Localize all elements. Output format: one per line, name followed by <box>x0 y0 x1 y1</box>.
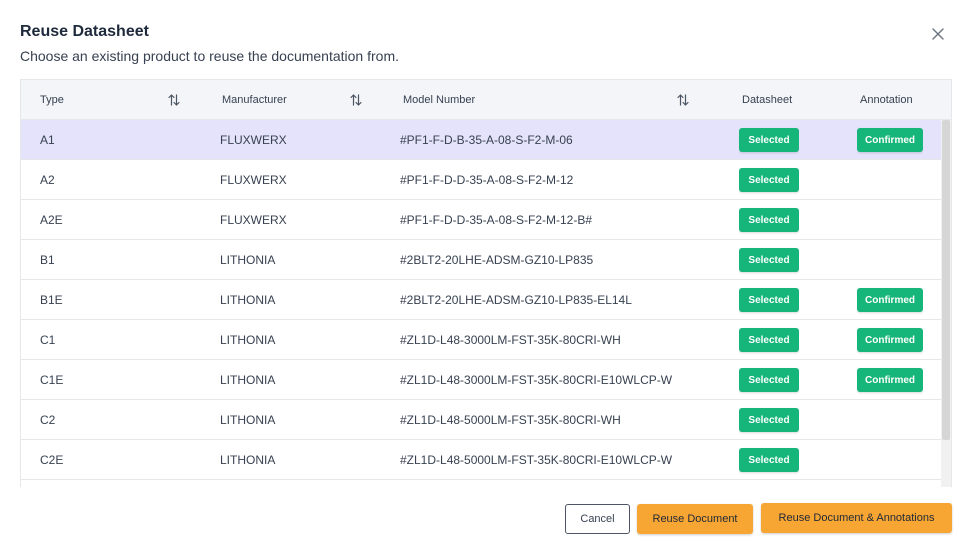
cell-type: B1E <box>40 293 63 307</box>
header-annotation: Annotation <box>860 94 913 106</box>
datasheet-selected-badge[interactable]: Selected <box>739 128 799 152</box>
datasheet-selected-badge[interactable]: Selected <box>739 408 799 432</box>
datasheet-selected-badge[interactable]: Selected <box>739 208 799 232</box>
cell-model-number: #PF1-F-D-D-35-A-08-S-F2-M-12-B# <box>400 213 593 227</box>
table-row[interactable]: C1 LITHONIA #ZL1D-L48-3000LM-FST-35K-80CRI… <box>21 320 941 360</box>
annotation-confirmed-badge[interactable]: Confirmed <box>857 288 923 312</box>
cell-datasheet: Selected <box>739 160 799 200</box>
cell-annotation: Confirmed <box>857 120 923 160</box>
cell-datasheet: Selected <box>739 240 799 280</box>
cell-type: A2 <box>40 173 55 187</box>
cell-type: B1 <box>40 253 55 267</box>
reuse-datasheet-modal: Reuse Datasheet Choose an existing produ… <box>0 0 969 554</box>
table-row[interactable]: A2E FLUXWERX #PF1-F-D-D-35-A-08-S-F2-M-12-… <box>21 200 941 240</box>
reuse-document-button[interactable]: Reuse Document <box>637 504 753 534</box>
modal-title: Reuse Datasheet <box>20 23 149 40</box>
cell-datasheet: Selected <box>739 360 799 400</box>
cell-model-number: #ZL1D-L48-5000LM-FST-35K-80CRI-WH <box>400 413 621 427</box>
cell-type: C2 <box>40 413 56 427</box>
datasheet-selected-badge[interactable]: Selected <box>739 168 799 192</box>
close-button[interactable] <box>929 25 947 43</box>
cell-annotation <box>857 240 923 280</box>
cell-annotation: Confirmed <box>857 280 923 320</box>
cell-model-number: #PF1-F-D-B-35-A-08-S-F2-M-06 <box>400 133 573 147</box>
datasheet-selected-badge[interactable]: Selected <box>739 328 799 352</box>
cell-type: A2E <box>40 213 63 227</box>
cell-manufacturer: LITHONIA <box>220 253 276 267</box>
cell-model-number: #PF1-F-D-D-35-A-08-S-F2-M-12 <box>400 173 574 187</box>
cell-model-number: #2BLT2-20LHE-ADSM-GZ10-LP835-EL14L <box>400 293 632 307</box>
datasheet-selected-badge[interactable]: Selected <box>739 288 799 312</box>
cell-manufacturer: FLUXWERX <box>220 133 287 147</box>
datasheet-selected-badge[interactable]: Selected <box>739 248 799 272</box>
cell-datasheet: Selected <box>739 440 799 480</box>
cell-datasheet: Selected <box>739 120 799 160</box>
table-header: Type Manufacturer Model Number Datasheet… <box>21 80 951 120</box>
products-table: Type Manufacturer Model Number Datasheet… <box>20 79 952 487</box>
annotation-confirmed-badge[interactable]: Confirmed <box>857 328 923 352</box>
cell-model-number: #ZL1D-L48-3000LM-FST-35K-80CRI-E10WLCP-W <box>400 373 673 387</box>
cell-datasheet: Selected <box>739 400 799 440</box>
header-type: Type <box>40 94 64 106</box>
cell-annotation: Confirmed <box>857 320 923 360</box>
cell-annotation <box>857 160 923 200</box>
cell-annotation <box>857 200 923 240</box>
annotation-confirmed-badge[interactable]: Confirmed <box>857 128 923 152</box>
datasheet-selected-badge[interactable]: Selected <box>739 448 799 472</box>
cell-datasheet: Selected <box>739 280 799 320</box>
cell-manufacturer: FLUXWERX <box>220 213 287 227</box>
header-datasheet: Datasheet <box>742 94 793 106</box>
cell-model-number: #2BLT2-20LHE-ADSM-GZ10-LP835 <box>400 253 594 267</box>
table-row[interactable]: B1E LITHONIA #2BLT2-20LHE-ADSM-GZ10-LP835-… <box>21 280 941 320</box>
table-row[interactable]: C2 LITHONIA #ZL1D-L48-5000LM-FST-35K-80CRI… <box>21 400 941 440</box>
cell-datasheet: Selected <box>739 320 799 360</box>
table-row[interactable]: A1 FLUXWERX #PF1-F-D-B-35-A-08-S-F2-M-06 Se… <box>21 120 941 160</box>
cell-model-number: #ZL1D-L48-5000LM-FST-35K-80CRI-E10WLCP-W <box>400 453 673 467</box>
cell-manufacturer: LITHONIA <box>220 373 276 387</box>
datasheet-selected-badge[interactable]: Selected <box>739 368 799 392</box>
cell-manufacturer: LITHONIA <box>220 293 276 307</box>
cancel-button[interactable]: Cancel <box>565 504 630 534</box>
close-icon <box>932 28 944 40</box>
scrollbar-thumb[interactable] <box>942 120 950 440</box>
table-row[interactable]: B1 LITHONIA #2BLT2-20LHE-ADSM-GZ10-LP835 Se… <box>21 240 941 280</box>
cell-annotation: Confirmed <box>857 360 923 400</box>
header-manufacturer: Manufacturer <box>222 94 287 106</box>
table-body: A1 FLUXWERX #PF1-F-D-B-35-A-08-S-F2-M-06 Se… <box>21 120 941 480</box>
reuse-document-annotations-button[interactable]: Reuse Document & Annotations <box>761 503 952 533</box>
cell-datasheet: Selected <box>739 200 799 240</box>
cell-type: C1 <box>40 333 56 347</box>
cell-type: A1 <box>40 133 55 147</box>
annotation-confirmed-badge[interactable]: Confirmed <box>857 368 923 392</box>
cell-manufacturer: FLUXWERX <box>220 173 287 187</box>
sort-type-icon[interactable] <box>168 93 180 107</box>
cell-annotation <box>857 400 923 440</box>
cell-manufacturer: LITHONIA <box>220 453 276 467</box>
table-row[interactable]: C1E LITHONIA #ZL1D-L48-3000LM-FST-35K-80CR… <box>21 360 941 400</box>
table-row[interactable]: C2E LITHONIA #ZL1D-L48-5000LM-FST-35K-80CR… <box>21 440 941 480</box>
modal-subtitle: Choose an existing product to reuse the … <box>20 48 399 64</box>
cell-type: C1E <box>40 373 64 387</box>
sort-manufacturer-icon[interactable] <box>350 93 362 107</box>
cell-manufacturer: LITHONIA <box>220 413 276 427</box>
cell-type: C2E <box>40 453 64 467</box>
table-row[interactable]: A2 FLUXWERX #PF1-F-D-D-35-A-08-S-F2-M-12 Se… <box>21 160 941 200</box>
table-scrollbar[interactable] <box>941 120 951 487</box>
cell-manufacturer: LITHONIA <box>220 333 276 347</box>
cell-model-number: #ZL1D-L48-3000LM-FST-35K-80CRI-WH <box>400 333 621 347</box>
header-model-number: Model Number <box>403 94 476 106</box>
cell-annotation <box>857 440 923 480</box>
sort-model-icon[interactable] <box>677 93 689 107</box>
